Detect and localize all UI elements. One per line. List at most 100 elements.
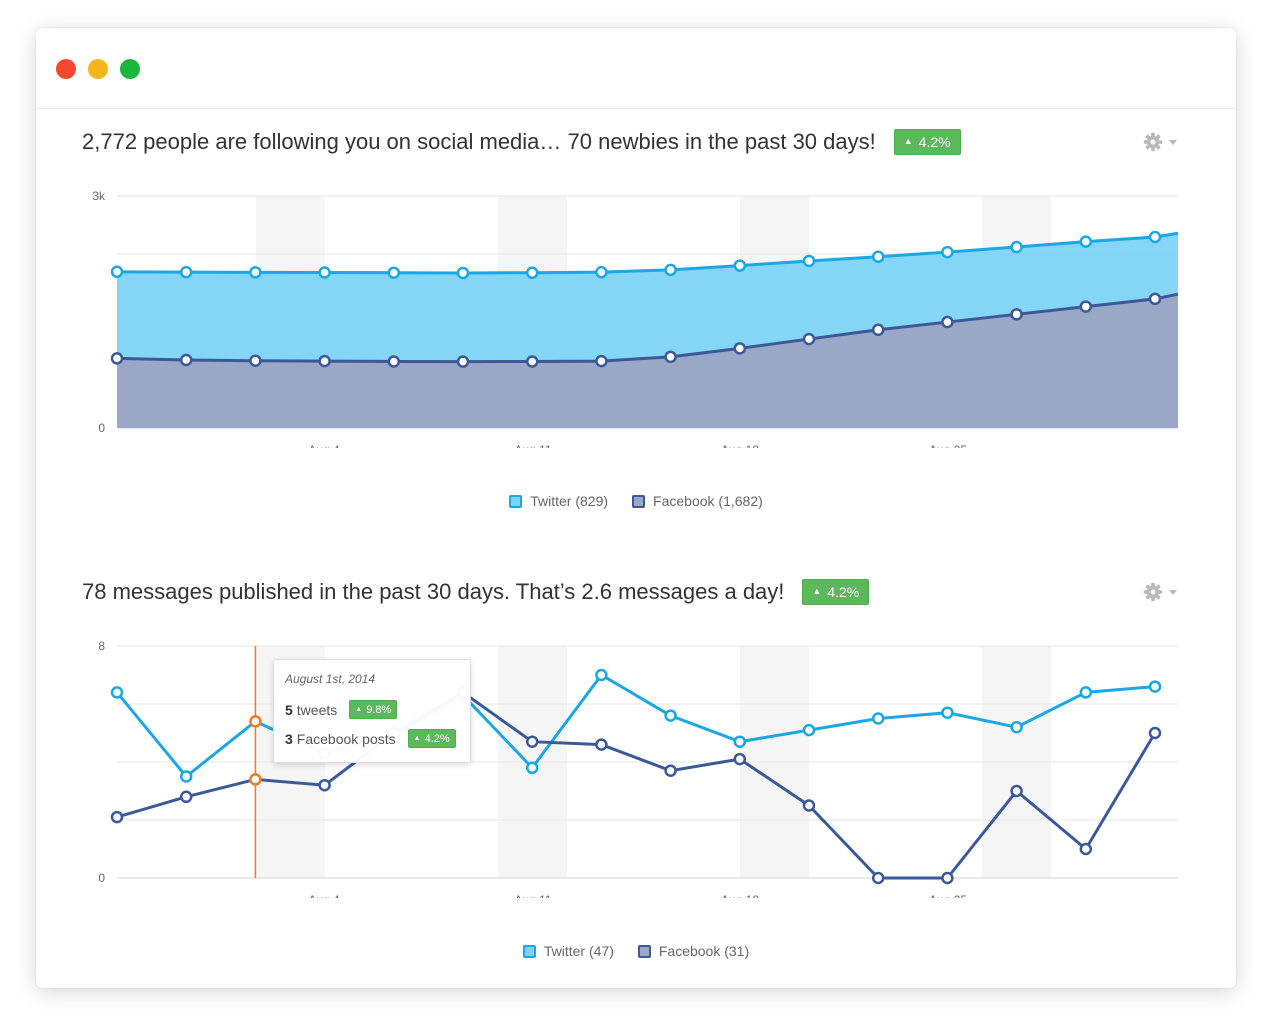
facebook-point [1148,292,1162,306]
legend-item-twitter[interactable]: Twitter (829) [509,493,608,509]
y-tick-label: 8 [98,639,105,653]
x-tick-label: Aug 25 [929,893,967,898]
facebook-point [664,764,677,777]
legend-item-facebook[interactable]: Facebook (1,682) [632,493,763,509]
trend-up-icon: ▲ [413,735,421,742]
maximize-window-button[interactable] [120,59,140,79]
app-window: 2,772 people are following you on social… [36,28,1236,988]
facebook-point [595,738,608,751]
followers-change-value: 4.2% [918,134,951,150]
facebook-point [318,354,331,368]
twitter-point [1010,240,1023,254]
twitter-point [249,266,262,279]
legend-swatch [637,944,651,958]
legend-swatch [509,494,523,508]
tooltip-label: tweets [296,701,338,718]
twitter-point [733,735,747,748]
facebook-point [387,355,401,368]
tooltip-count: 3 [285,730,293,747]
x-tick-label: Aug 4 [308,443,340,448]
twitter-point [802,254,816,268]
legend-item-facebook[interactable]: Facebook (31) [637,943,750,959]
messages-settings-button[interactable] [1143,581,1187,603]
twitter-point [664,709,677,722]
twitter-point [1079,686,1093,699]
legend-label: Facebook (1,682) [653,493,763,509]
twitter-point [871,712,885,725]
followers-legend: Twitter (829) Facebook (1,682) [36,491,1236,511]
facebook-point [1010,784,1023,798]
facebook-point [595,354,608,368]
tooltip-change-value: 4.2% [424,732,450,745]
chevron-down-icon [1169,139,1177,145]
facebook-point [456,355,470,368]
trend-up-icon: ▲ [903,136,913,146]
twitter-point [802,723,816,737]
facebook-point [249,773,262,786]
x-tick-label: Aug 18 [721,443,759,448]
twitter-point [1148,230,1162,244]
messages-legend: Twitter (47) Facebook (31) [36,941,1236,961]
followers-chart: 3k 0 Aug 4 Aug 11 Aug 18 Aug 25 [92,189,1179,448]
messages-change-value: 4.2% [827,584,860,600]
messages-heading: 78 messages published in the past 30 day… [82,576,870,608]
gear-icon [1143,132,1163,152]
legend-swatch [522,944,536,958]
facebook-point [525,355,539,368]
messages-chart: 8 0 Aug 4 Aug 11 Aug 18 Aug 25 [98,639,1178,898]
tooltip-date: August 1st, 2014 [285,672,376,686]
facebook-point [733,342,747,355]
minimize-window-button[interactable] [88,59,108,79]
x-tick-label: Aug 25 [929,443,967,448]
twitter-point [664,263,677,277]
messages-change-badge: ▲ 4.2% [802,579,870,605]
facebook-point [871,323,885,337]
twitter-point [595,265,608,279]
tooltip-count: 5 [285,701,293,718]
y-tick-label: 0 [98,871,105,885]
tooltip-change-badge: ▲ 4.2% [407,729,456,748]
legend-swatch [632,494,646,508]
followers-settings-button[interactable] [1143,131,1187,153]
x-tick-label: Aug 11 [514,443,551,448]
chevron-down-icon [1169,589,1177,595]
followers-change-badge: ▲ 4.2% [893,129,961,155]
trend-up-icon: ▲ [355,706,363,713]
twitter-point [110,265,124,279]
facebook-point [871,871,885,885]
facebook-point [249,354,262,367]
facebook-point [318,778,331,792]
facebook-point [110,810,124,824]
facebook-point [179,353,193,367]
trend-up-icon: ▲ [812,586,822,596]
twitter-point [179,770,193,783]
twitter-point [871,250,885,263]
followers-heading: 2,772 people are following you on social… [82,126,961,158]
tooltip-label: Facebook posts [296,730,396,747]
facebook-point [525,735,539,748]
twitter-point [941,706,954,719]
facebook-point [1079,842,1093,856]
legend-item-twitter[interactable]: Twitter (47) [522,943,614,959]
facebook-point [664,350,677,364]
facebook-point [733,752,747,766]
twitter-point [595,668,608,682]
twitter-point [525,266,539,279]
window-titlebar [36,28,1236,109]
twitter-point [733,259,747,272]
facebook-point [1079,300,1093,313]
legend-label: Twitter (829) [530,493,609,509]
facebook-point [1148,726,1162,740]
x-tick-label: Aug 11 [514,893,551,898]
facebook-point [941,871,954,885]
facebook-point [1010,308,1023,321]
messages-title: 78 messages published in the past 30 day… [82,579,785,604]
close-window-button[interactable] [56,59,76,79]
twitter-point [179,265,193,279]
twitter-point [249,715,262,728]
facebook-point [941,315,954,329]
twitter-point [110,686,124,699]
gear-icon [1143,582,1163,602]
legend-label: Facebook (31) [658,943,750,959]
x-tick-label: Aug 4 [308,893,340,898]
